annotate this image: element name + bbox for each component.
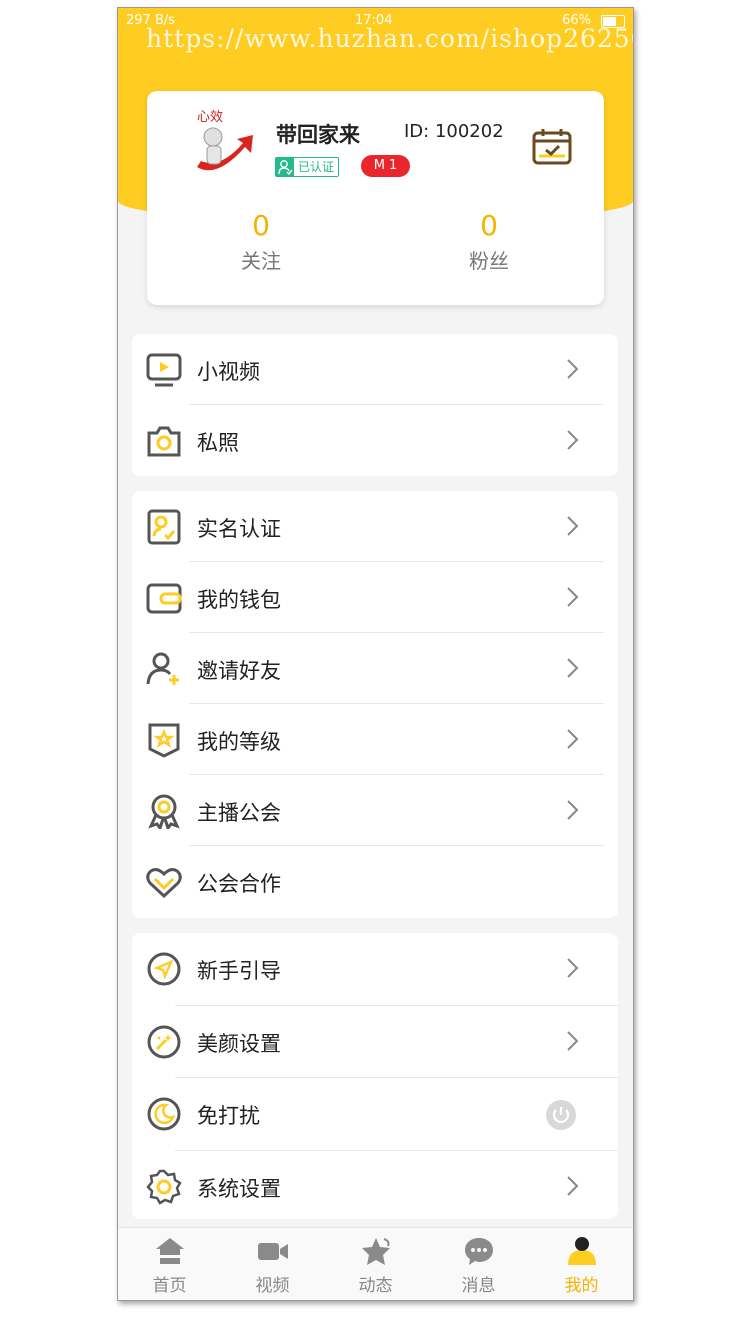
- menu-item-real-name[interactable]: 实名认证: [132, 491, 618, 562]
- home-icon: [156, 1238, 184, 1264]
- verified-badge: 已认证: [275, 157, 340, 177]
- chevron-right-icon: [567, 800, 579, 820]
- level-badge: M 1: [361, 155, 410, 177]
- chevron-right-icon: [567, 1175, 579, 1196]
- tab-label: 消息: [461, 1276, 496, 1296]
- video-screen-icon: [146, 353, 182, 387]
- following-stat[interactable]: 0 关注: [201, 209, 321, 274]
- menu-item-label: 公会合作: [197, 872, 281, 896]
- profile-card: 心效 带回家来 ID: 100202 已认证 M 1 0 关注 0 粉丝: [147, 91, 604, 305]
- tab-video[interactable]: 视频: [221, 1228, 324, 1300]
- chevron-right-icon: [567, 516, 579, 536]
- navigation-icon: [147, 952, 181, 986]
- do-not-disturb-toggle[interactable]: [546, 1100, 576, 1130]
- verified-user-icon: [276, 158, 294, 176]
- menu-item-do-not-disturb[interactable]: 免打扰: [132, 1078, 618, 1151]
- moon-icon: [147, 1097, 181, 1131]
- menu-item-invite-friends[interactable]: 邀请好友: [132, 633, 618, 704]
- invite-friend-icon: [146, 652, 179, 685]
- chevron-right-icon: [567, 359, 579, 379]
- bottom-tab-bar: 首页 视频 动态 消息 我的: [118, 1227, 633, 1300]
- verified-label: 已认证: [298, 160, 335, 174]
- following-count: 0: [252, 209, 270, 242]
- level-shield-icon: [148, 723, 180, 758]
- menu-item-guild-cooperation[interactable]: 公会合作: [132, 846, 618, 917]
- menu-item-label: 美颜设置: [197, 1031, 281, 1056]
- tab-label: 动态: [358, 1276, 393, 1296]
- chevron-right-icon: [567, 958, 579, 978]
- fans-stat[interactable]: 0 粉丝: [429, 209, 549, 274]
- chevron-right-icon: [567, 587, 579, 607]
- tab-home[interactable]: 首页: [118, 1228, 221, 1300]
- gear-icon: [146, 1169, 182, 1205]
- following-label: 关注: [241, 249, 281, 273]
- handshake-heart-icon: [146, 868, 182, 899]
- calendar-checkin-icon[interactable]: [532, 127, 572, 165]
- power-icon: [552, 1107, 570, 1123]
- menu-item-beginner-guide[interactable]: 新手引导: [132, 933, 618, 1006]
- medal-icon: [148, 794, 180, 829]
- menu-item-label: 免打扰: [197, 1104, 260, 1128]
- watermark-text: https://www.huzhan.com/ishop26250: [146, 24, 634, 53]
- menu-group-media: 小视频 私照: [132, 334, 618, 476]
- tab-feed[interactable]: 动态: [324, 1228, 427, 1300]
- tab-label: 我的: [564, 1276, 599, 1296]
- menu-item-beauty-settings[interactable]: 美颜设置: [132, 1006, 618, 1078]
- id-verify-icon: [147, 509, 181, 545]
- menu-item-label: 私照: [197, 431, 239, 455]
- menu-item-short-video[interactable]: 小视频: [132, 334, 618, 405]
- chevron-right-icon: [567, 729, 579, 749]
- menu-group-settings: 新手引导 美颜设置 免打扰 系统设置: [132, 933, 618, 1219]
- menu-item-label: 邀请好友: [197, 659, 281, 683]
- wallet-icon: [146, 583, 182, 614]
- tab-label: 首页: [152, 1276, 187, 1296]
- tab-label: 视频: [255, 1276, 290, 1296]
- video-camera-icon: [258, 1243, 288, 1260]
- profile-icon: [568, 1237, 596, 1265]
- avatar[interactable]: 心效: [187, 109, 259, 181]
- star-icon: [362, 1238, 390, 1265]
- menu-item-my-level[interactable]: 我的等级: [132, 704, 618, 775]
- menu-item-label: 系统设置: [197, 1176, 281, 1201]
- menu-item-wallet[interactable]: 我的钱包: [132, 562, 618, 633]
- chevron-right-icon: [567, 430, 579, 450]
- username: 带回家来: [276, 123, 360, 147]
- tab-profile[interactable]: 我的: [530, 1228, 633, 1300]
- menu-item-label: 实名认证: [197, 517, 281, 541]
- chevron-right-icon: [567, 658, 579, 678]
- menu-item-label: 主播公会: [197, 801, 281, 825]
- menu-item-system-settings[interactable]: 系统设置: [132, 1151, 618, 1224]
- chevron-right-icon: [567, 1030, 579, 1051]
- fans-count: 0: [480, 209, 498, 242]
- fans-label: 粉丝: [469, 249, 509, 273]
- user-id: ID: 100202: [404, 121, 504, 142]
- camera-icon: [147, 426, 181, 457]
- menu-item-label: 小视频: [197, 360, 260, 384]
- beauty-wand-icon: [147, 1025, 181, 1058]
- menu-item-label: 新手引导: [197, 959, 281, 983]
- tab-messages[interactable]: 消息: [427, 1228, 530, 1300]
- menu-group-account: 实名认证 我的钱包 邀请好友 我的等级 主播公会 公会合作: [132, 491, 618, 918]
- avatar-logo-text: 心效: [197, 110, 223, 125]
- menu-item-anchor-guild[interactable]: 主播公会: [132, 775, 618, 846]
- menu-item-label: 我的钱包: [197, 588, 281, 612]
- message-icon: [465, 1238, 493, 1265]
- phone-screen: 297 B/s 17:04 66% https://www.huzhan.com…: [117, 7, 634, 1301]
- menu-item-private-photos[interactable]: 私照: [132, 405, 618, 476]
- menu-item-label: 我的等级: [197, 730, 281, 754]
